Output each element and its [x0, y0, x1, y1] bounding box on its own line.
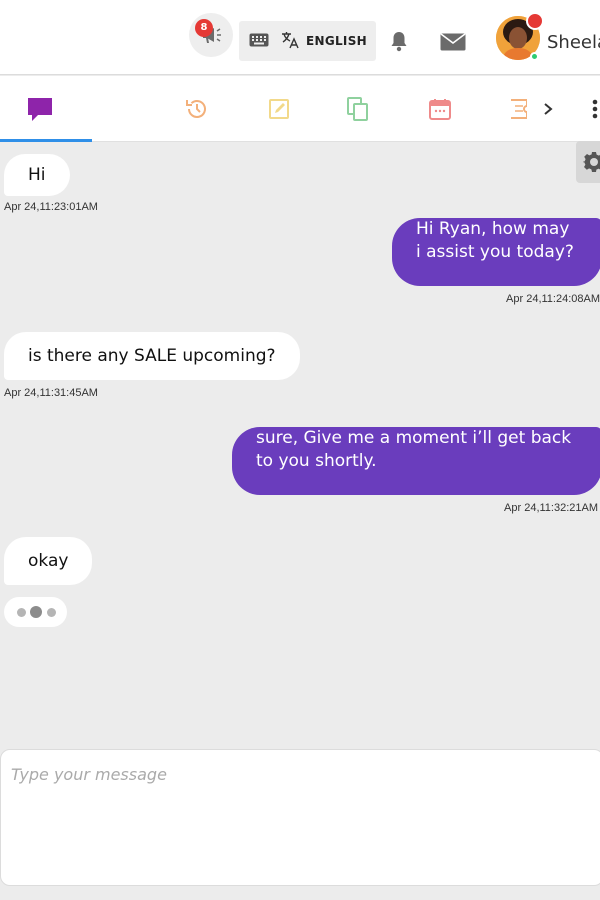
message-timestamp: Apr 24,11:23:01AM	[4, 201, 98, 213]
more-options-button[interactable]	[588, 76, 600, 142]
calendar-icon	[429, 99, 451, 120]
language-label: ENGLISH	[306, 34, 367, 48]
tab-calendar[interactable]	[423, 76, 457, 142]
tabs-scroll-right-button[interactable]	[537, 76, 559, 142]
tab-bar	[0, 76, 600, 142]
language-selector[interactable]: ENGLISH	[239, 21, 376, 61]
notes-icon	[269, 99, 289, 119]
tab-copy[interactable]	[341, 76, 375, 142]
tab-history[interactable]	[180, 76, 214, 142]
tab-notes[interactable]	[262, 76, 296, 142]
chat-icon	[28, 98, 52, 121]
typing-dot	[17, 608, 26, 617]
typing-indicator	[4, 597, 67, 627]
chevron-right-icon	[544, 103, 553, 115]
typing-dot	[30, 606, 42, 618]
mail-icon[interactable]	[440, 33, 466, 51]
message-input[interactable]	[11, 760, 581, 788]
active-tab-indicator	[0, 139, 92, 142]
message-bubble-outgoing: sure, Give me a moment i’ll get back to …	[232, 427, 600, 495]
message-bubble-incoming: is there any SALE upcoming?	[4, 332, 300, 380]
message-bubble-incoming: Hi	[4, 154, 70, 196]
ticket-icon	[511, 99, 527, 119]
notification-count-badge: 8	[195, 19, 213, 37]
gear-icon	[583, 152, 600, 172]
top-header: 8 ENGLISH Sheela	[0, 0, 600, 75]
typing-dot	[47, 608, 56, 617]
online-status-dot	[530, 52, 539, 61]
chat-settings-button[interactable]	[576, 141, 600, 183]
translate-icon	[282, 32, 299, 49]
message-composer	[0, 749, 600, 886]
user-name: Sheela	[547, 32, 600, 53]
message-timestamp: Apr 24,11:31:45AM	[4, 387, 98, 399]
tab-ticket[interactable]	[503, 76, 533, 142]
more-vertical-icon	[592, 99, 598, 119]
message-timestamp: Apr 24,11:24:08AM	[506, 293, 600, 305]
avatar-alert-badge	[526, 12, 544, 30]
history-icon	[186, 100, 206, 118]
copy-icon	[347, 97, 368, 121]
announcement-button[interactable]: 8	[189, 13, 233, 57]
bell-icon[interactable]	[389, 30, 409, 52]
keyboard-icon	[249, 33, 269, 47]
message-timestamp: Apr 24,11:32:21AM	[504, 502, 598, 514]
tab-chat[interactable]	[20, 76, 60, 142]
message-bubble-outgoing: Hi Ryan, how may i assist you today?	[392, 218, 600, 286]
message-bubble-incoming: okay	[4, 537, 93, 585]
